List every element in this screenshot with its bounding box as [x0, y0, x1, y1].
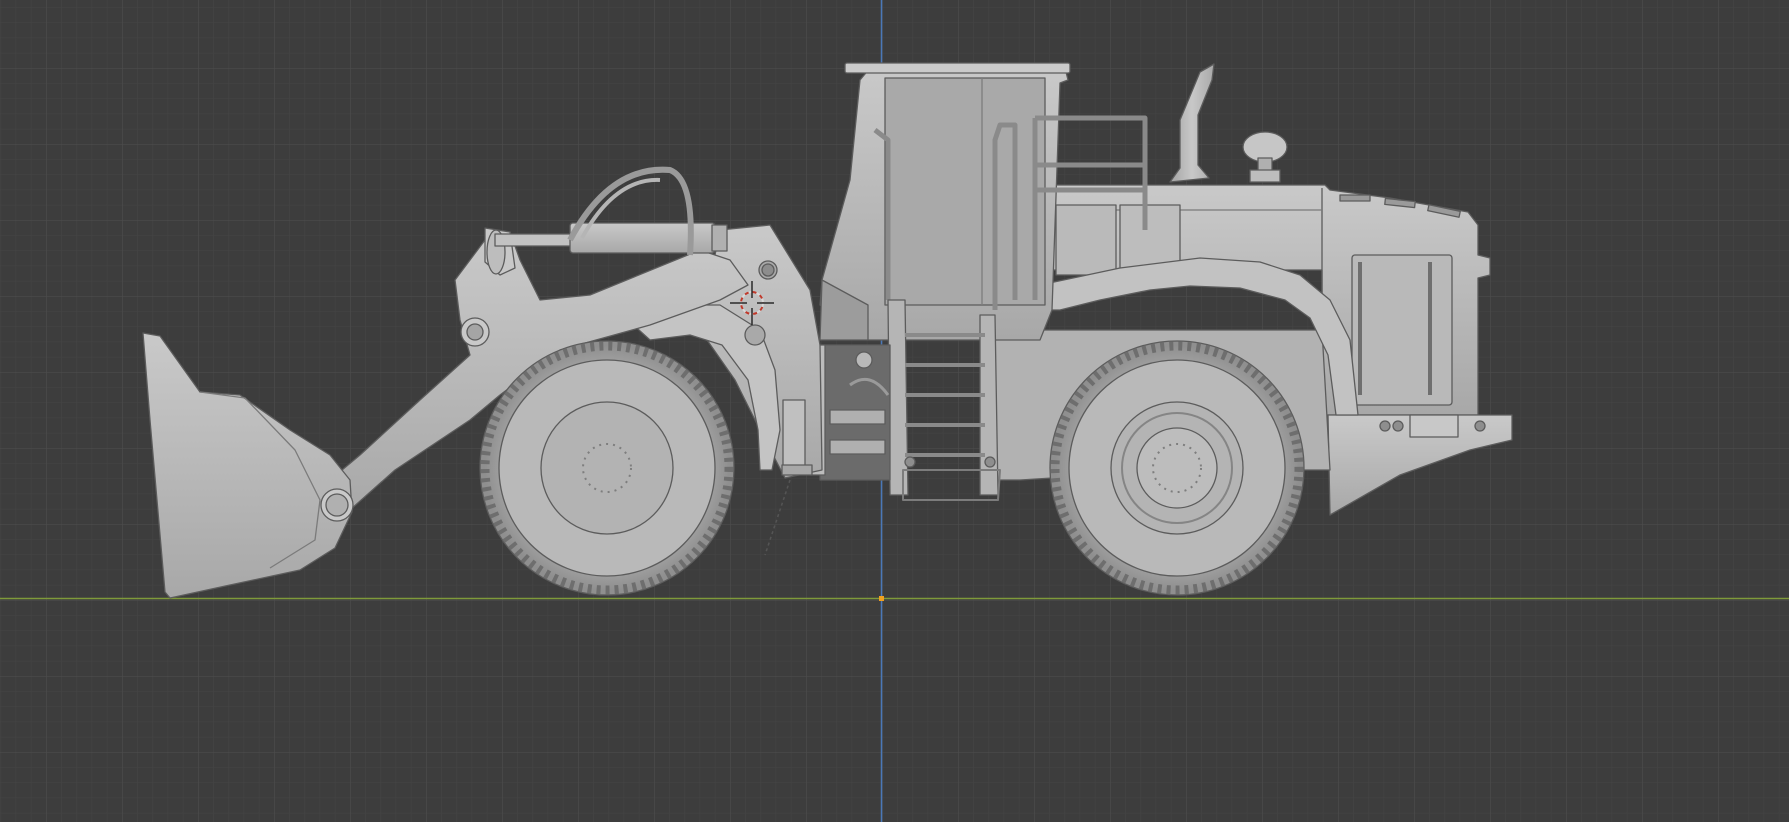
3d-viewport[interactable]	[0, 0, 1789, 822]
viewport-canvas[interactable]	[0, 0, 1789, 822]
rear-wheel	[1049, 340, 1305, 596]
front-wheel	[479, 340, 735, 596]
air-intake	[1242, 131, 1288, 183]
origin-marker	[879, 596, 884, 601]
